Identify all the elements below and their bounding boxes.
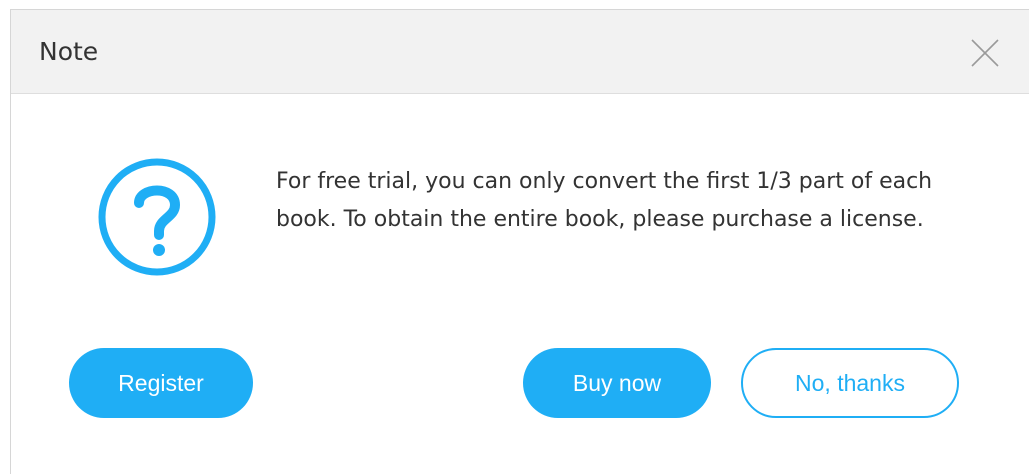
question-circle-icon [97,157,217,277]
close-button[interactable] [969,37,1001,69]
dialog-message: For free trial, you can only convert the… [276,169,933,232]
no-thanks-button[interactable]: No, thanks [741,348,959,418]
note-dialog: Note For free trial, you can only conver… [10,9,1029,474]
close-icon [971,39,999,67]
dialog-titlebar: Note [11,10,1029,94]
register-button[interactable]: Register [69,348,253,418]
dialog-title: Note [39,37,99,66]
buy-now-button[interactable]: Buy now [523,348,711,418]
